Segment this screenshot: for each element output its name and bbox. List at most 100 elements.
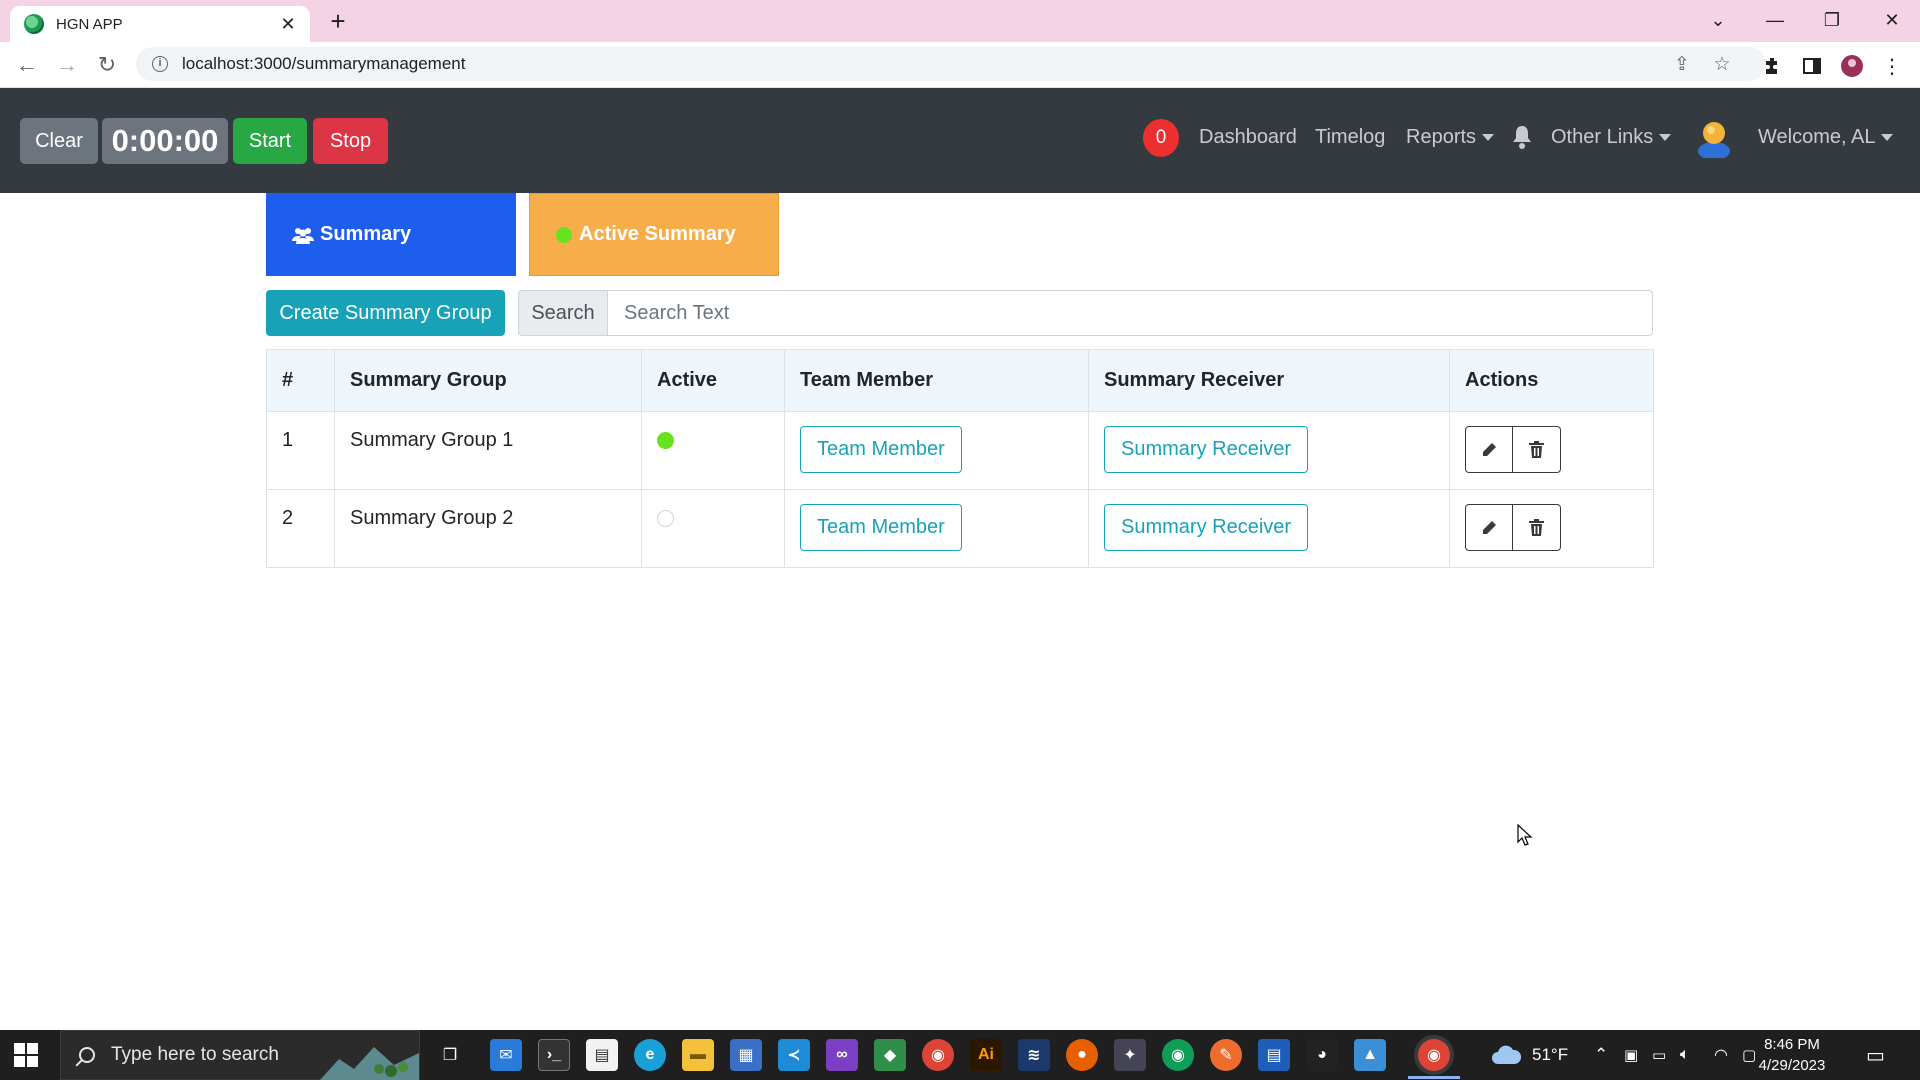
nav-other-links-dropdown[interactable]: Other Links [1551,124,1672,150]
nav-reports-dropdown[interactable]: Reports [1406,124,1495,150]
column-header-team-member: Team Member [784,349,1089,412]
bell-icon[interactable] [1510,124,1534,150]
search-highlight-scenery-icon [319,1047,419,1080]
browser-toolbar: ← → ↻ i localhost:3000/summarymanagement… [0,42,1920,88]
restore-icon[interactable]: ❐ [1804,0,1860,40]
row-summary-receiver-cell: Summary Receiver [1088,411,1450,490]
weather-widget[interactable]: 51°F [1490,1030,1568,1080]
edge-browser-icon[interactable]: e [634,1039,666,1071]
team-member-button[interactable]: Team Member [800,504,962,551]
delete-button[interactable] [1513,426,1561,473]
browser-tab-strip: HGN APP ✕ + ⌄ — ❐ ✕ [0,0,1920,42]
tray-meet-icon[interactable]: ▣ [1624,1030,1638,1080]
taskbar-clock[interactable]: 8:46 PM 4/29/2023 [1742,1034,1842,1076]
share-icon[interactable]: ⇪ [1667,49,1697,79]
row-active-cell [641,411,785,490]
browser-menu-icon[interactable]: ⋮ [1876,50,1908,82]
row-action-group [1465,426,1561,473]
back-icon[interactable]: ← [11,49,43,81]
search-input[interactable] [607,290,1653,336]
windows-taskbar: Type here to search ❐ ✉ ›_ ▤ e ▬ ▦ ≺ ∞ ◆… [0,1030,1920,1080]
word-document-icon[interactable]: ▤ [1258,1039,1290,1071]
reports-label: Reports [1406,126,1477,148]
tray-wifi-icon[interactable]: ◠ [1714,1030,1728,1080]
bookmark-star-icon[interactable]: ☆ [1707,49,1737,79]
nav-dashboard-link[interactable]: Dashboard [1199,124,1297,150]
trash-icon [1529,519,1544,536]
stop-timer-button[interactable]: Stop [313,118,388,164]
chrome-canary-icon[interactable]: ◉ [1162,1039,1194,1071]
window-close-icon[interactable]: ✕ [1864,0,1920,40]
photos-app-icon[interactable]: ▲ [1354,1039,1386,1071]
column-header-index: # [266,349,335,412]
microsoft-store-icon[interactable]: ▦ [730,1039,762,1071]
forward-icon[interactable]: → [51,49,83,81]
active-status-off-icon [657,510,674,527]
start-timer-button[interactable]: Start [233,118,307,164]
search-label: Search [518,290,608,336]
hgn-favicon-icon [24,14,44,34]
tray-battery-icon[interactable]: ▭ [1652,1030,1666,1080]
terminal-app-icon[interactable]: ›_ [538,1039,570,1071]
windows-start-icon[interactable] [14,1043,38,1067]
wireshark-app-icon[interactable]: ≋ [1018,1039,1050,1071]
users-icon [292,227,314,244]
summary-tile[interactable]: Summary [266,193,516,276]
nav-welcome-dropdown[interactable]: Welcome, AL [1758,124,1894,150]
git-app-icon[interactable]: ✦ [1114,1039,1146,1071]
nav-timelog-link[interactable]: Timelog [1315,124,1385,150]
side-panel-icon[interactable] [1796,50,1828,82]
penguin-app-icon[interactable]: ◕ [1306,1039,1338,1071]
summary-receiver-button[interactable]: Summary Receiver [1104,504,1309,551]
mail-app-icon[interactable]: ✉ [490,1039,522,1071]
postman-app-icon[interactable]: ✎ [1210,1039,1242,1071]
browser-tab[interactable]: HGN APP ✕ [10,6,310,42]
taskbar-search-box[interactable]: Type here to search [60,1030,420,1080]
edit-button[interactable] [1465,504,1513,551]
active-window-indicator [1408,1076,1460,1079]
table-row: 2 Summary Group 2 Team Member Summary Re… [266,489,1654,568]
tab-search-icon[interactable]: ⌄ [1690,0,1746,40]
notepad-app-icon[interactable]: ▤ [586,1039,618,1071]
row-actions-cell [1449,489,1654,568]
illustrator-app-icon[interactable]: Ai [970,1039,1002,1071]
edit-button[interactable] [1465,426,1513,473]
sourcetree-app-icon[interactable]: ◆ [874,1039,906,1071]
tray-volume-icon[interactable]: 🔈︎ [1680,1030,1690,1080]
timer-display: 0:00:00 [102,118,228,164]
user-avatar-icon[interactable] [1696,118,1732,160]
row-index: 2 [266,489,335,568]
notifications-icon[interactable]: ▭ [1866,1030,1885,1080]
new-tab-icon[interactable]: + [324,7,352,35]
table-row: 1 Summary Group 1 Team Member Summary Re… [266,411,1654,490]
task-view-icon[interactable]: ❐ [434,1039,466,1071]
active-status-dot-icon [556,226,572,243]
site-info-icon[interactable]: i [152,56,168,72]
notification-count-badge[interactable]: 0 [1143,119,1179,157]
chrome-active-window-icon[interactable]: ◉ [1418,1039,1450,1071]
tray-overflow-icon[interactable]: ⌃ [1594,1030,1608,1080]
delete-button[interactable] [1513,504,1561,551]
active-summary-tile[interactable]: Active Summary [529,193,779,276]
clear-timer-button[interactable]: Clear [20,118,98,164]
minimize-icon[interactable]: — [1747,0,1803,40]
team-member-button[interactable]: Team Member [800,426,962,473]
chevron-down-icon [1659,134,1672,142]
pencil-icon [1483,520,1496,534]
row-index: 1 [266,411,335,490]
reload-icon[interactable]: ↻ [91,49,123,81]
visual-studio-icon[interactable]: ∞ [826,1039,858,1071]
vscode-app-icon[interactable]: ≺ [778,1039,810,1071]
welcome-label: Welcome, AL [1758,126,1876,148]
extensions-icon[interactable] [1757,50,1789,82]
profile-icon[interactable] [1836,50,1868,82]
firefox-browser-icon[interactable]: ● [1066,1039,1098,1071]
summary-receiver-button[interactable]: Summary Receiver [1104,426,1309,473]
create-summary-group-button[interactable]: Create Summary Group [266,290,505,336]
address-bar[interactable]: i localhost:3000/summarymanagement [136,47,1766,81]
cloud-icon [1492,1045,1522,1064]
chrome-browser-icon[interactable]: ◉ [922,1039,954,1071]
clock-time: 8:46 PM [1764,1036,1820,1053]
close-tab-icon[interactable]: ✕ [278,14,298,35]
file-explorer-icon[interactable]: ▬ [682,1039,714,1071]
